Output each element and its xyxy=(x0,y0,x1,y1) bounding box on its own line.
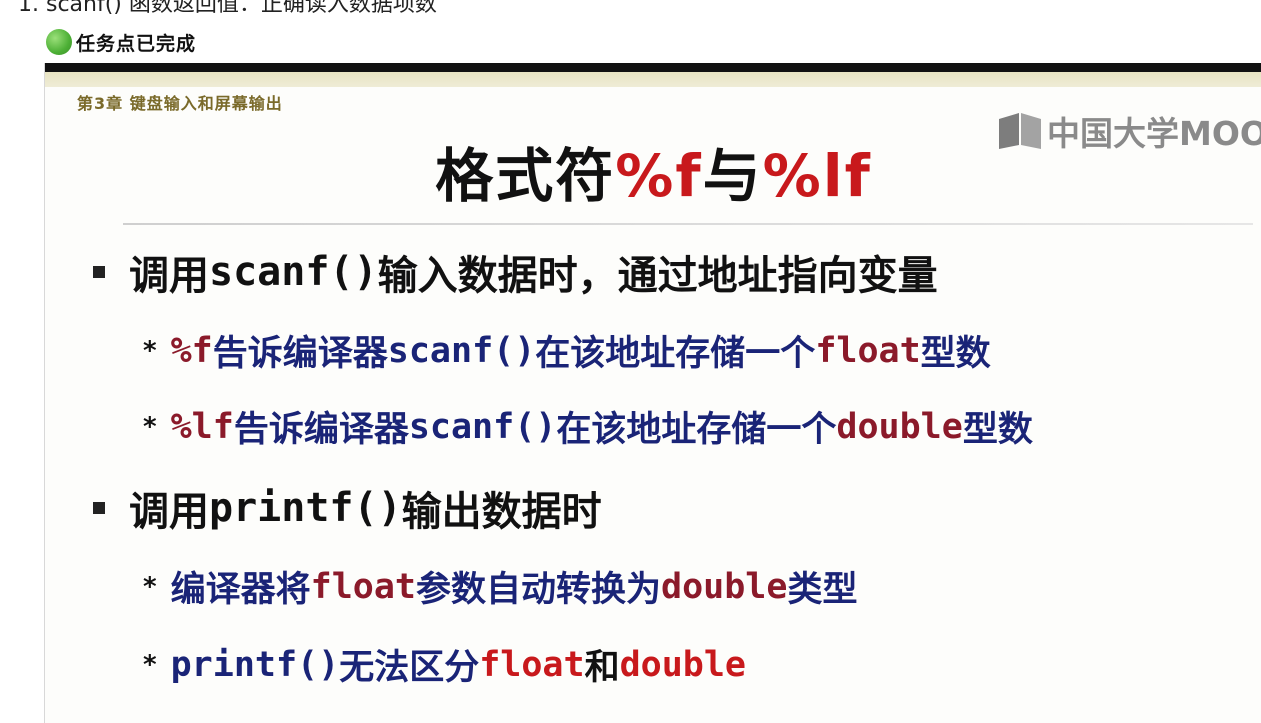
function-code: scanf() xyxy=(408,406,557,447)
sub-bullet-promotion: * 编译器将 float 参数自动转换为 double 类型 xyxy=(143,561,857,612)
sub-text: 型数 xyxy=(962,410,1033,450)
bullet-code: printf() xyxy=(209,485,402,531)
task-status: 任务点已完成 xyxy=(46,27,196,57)
bullet-text: 调用 xyxy=(129,253,209,299)
lecture-video[interactable]: 第3章 键盘输入和屏幕输出 中国大学MOOC 格式符%f与%lf 调用scanf… xyxy=(44,63,1261,723)
sub-text: 无法区分 xyxy=(339,648,480,688)
square-bullet-icon xyxy=(93,266,105,278)
type-code: double xyxy=(836,406,963,447)
bullet-scanf: 调用 scanf() 输入数据时，通过地址指向变量 xyxy=(93,243,938,301)
bullet-code: scanf() xyxy=(209,249,378,295)
page-heading: 1. scanf() 函数返回值：正确读入数据项数 xyxy=(18,0,437,17)
title-format-lf: %lf xyxy=(762,142,872,210)
sub-text: 在该地址存储一个 xyxy=(556,410,837,450)
title-divider xyxy=(123,223,1253,225)
format-code: %f xyxy=(170,330,213,371)
status-text: 任务点已完成 xyxy=(76,32,197,55)
asterisk-bullet-icon: * xyxy=(143,335,157,366)
asterisk-bullet-icon: * xyxy=(143,571,157,602)
sub-text: 参数自动转换为 xyxy=(415,570,661,610)
asterisk-bullet-icon: * xyxy=(143,411,157,442)
square-bullet-icon xyxy=(93,502,105,514)
sub-text: 类型 xyxy=(787,570,858,610)
title-connector: 与 xyxy=(702,142,763,210)
type-code: double xyxy=(661,566,788,607)
bullet-printf: 调用 printf() 输出数据时 xyxy=(93,479,602,537)
title-format-f: %f xyxy=(615,142,703,210)
sub-text: 在该地址存储一个 xyxy=(535,334,816,374)
bullet-text: 调用 xyxy=(129,489,209,535)
function-code: scanf() xyxy=(387,330,536,371)
sub-text: 编译器将 xyxy=(170,570,311,610)
sub-text: 和 xyxy=(584,648,620,688)
sub-bullet-lf: * %lf 告诉编译器 scanf() 在该地址存储一个 double 型数 xyxy=(143,401,1033,452)
type-code: float xyxy=(815,330,921,371)
chapter-label: 第3章 键盘输入和屏幕输出 xyxy=(77,94,283,113)
title-prefix: 格式符 xyxy=(435,142,616,210)
slide-title: 格式符%f与%lf xyxy=(45,129,1261,213)
slide-top-bar xyxy=(45,63,1261,72)
sub-text: 告诉编译器 xyxy=(233,410,409,450)
bullet-text: 输入数据时，通过地址指向变量 xyxy=(377,253,938,299)
sub-bullet-f: * %f 告诉编译器 scanf() 在该地址存储一个 float 型数 xyxy=(143,325,991,376)
bullet-text: 输出数据时 xyxy=(401,489,602,535)
sub-bullet-printf-types: * printf() 无法区分 float 和 double xyxy=(143,639,746,690)
asterisk-bullet-icon: * xyxy=(143,649,157,680)
function-code: printf() xyxy=(170,644,340,685)
completed-status-icon xyxy=(46,29,72,55)
sub-text: 告诉编译器 xyxy=(212,334,388,374)
type-code: float xyxy=(310,566,416,607)
sub-text: 型数 xyxy=(920,334,991,374)
format-code: %lf xyxy=(170,406,234,447)
type-code: double xyxy=(619,644,747,685)
type-code: float xyxy=(479,644,585,685)
slide-header-band xyxy=(45,72,1261,87)
